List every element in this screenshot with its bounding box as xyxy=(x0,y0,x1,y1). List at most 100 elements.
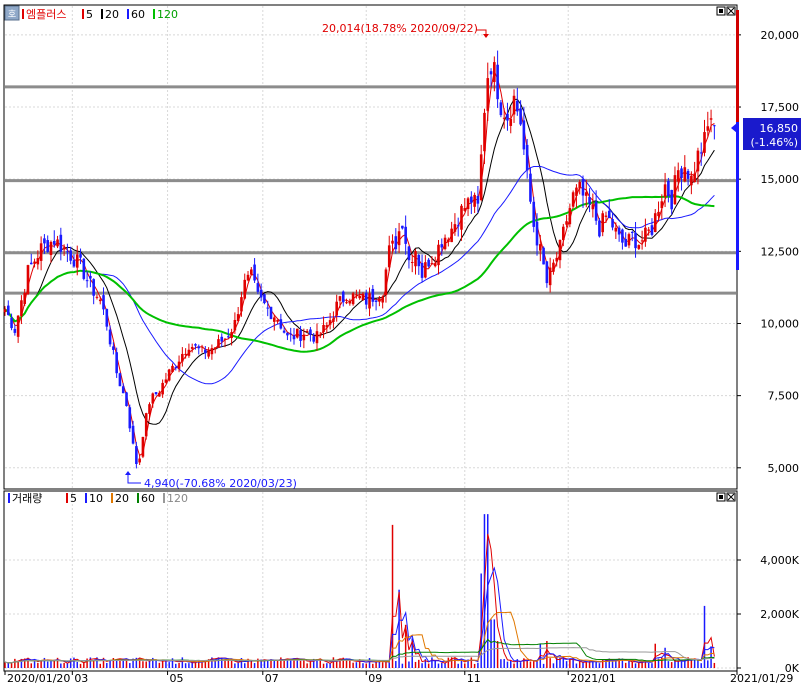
candle-body xyxy=(673,175,677,205)
candle-body xyxy=(286,332,289,336)
legend-marker-volume xyxy=(8,493,10,503)
candle-body xyxy=(502,117,506,119)
candle-body xyxy=(627,234,631,246)
price-tick-label: 7,500 xyxy=(768,390,800,403)
candle-body xyxy=(131,425,135,444)
legend-marker xyxy=(85,493,87,503)
candle-body xyxy=(568,208,572,225)
candle-body xyxy=(479,154,483,201)
candle-body xyxy=(696,150,700,172)
candle-body xyxy=(463,208,467,211)
candle-body xyxy=(430,263,434,265)
candle-body xyxy=(335,301,338,316)
candle-body xyxy=(571,192,575,207)
candle-body xyxy=(246,274,250,281)
candle-body xyxy=(663,184,667,197)
candle-body xyxy=(213,347,217,350)
grid-lines xyxy=(5,6,736,670)
candle-body xyxy=(108,329,112,345)
candle-body xyxy=(259,289,263,298)
candle-body xyxy=(614,227,618,232)
candle-body xyxy=(154,392,158,395)
candle-body xyxy=(512,95,516,115)
candle-body xyxy=(322,324,325,332)
candle-body xyxy=(387,245,391,268)
legend-marker xyxy=(127,9,129,19)
volume-moving-averages xyxy=(4,533,715,664)
legend-label: 60 xyxy=(131,8,145,21)
candle-body xyxy=(250,269,253,275)
candle-body xyxy=(82,258,86,279)
candle-body xyxy=(555,257,559,262)
candle-body xyxy=(525,144,529,171)
candle-body xyxy=(630,231,634,233)
candle-body xyxy=(128,407,132,429)
candle-body xyxy=(305,330,309,332)
price-tick-label: 17,500 xyxy=(761,101,800,114)
candle-body xyxy=(427,259,430,267)
candle-body xyxy=(401,225,404,229)
candle-body xyxy=(13,328,17,333)
moving-average-lines xyxy=(4,69,715,457)
candle-body xyxy=(16,315,20,337)
legend-marker xyxy=(111,493,113,503)
candle-body xyxy=(187,349,191,356)
candle-body xyxy=(26,265,30,294)
candle-body xyxy=(279,319,283,329)
candle-body xyxy=(594,201,598,221)
candle-body xyxy=(640,240,644,242)
candle-body xyxy=(637,245,641,249)
candle-body xyxy=(197,346,201,349)
ma-line-30 xyxy=(4,165,715,385)
candle-body xyxy=(607,210,611,219)
candle-body xyxy=(3,309,7,313)
candle-body xyxy=(371,288,375,302)
candle-body xyxy=(200,346,204,348)
x-tick-label: 09 xyxy=(368,672,382,685)
legend-label: 5 xyxy=(70,492,77,505)
candle-body xyxy=(309,329,312,335)
candle-body xyxy=(52,240,56,245)
candle-body xyxy=(158,392,161,397)
candle-body xyxy=(79,254,82,258)
candle-body xyxy=(302,335,306,341)
candle-body xyxy=(486,78,490,111)
candle-body xyxy=(151,393,155,404)
candle-body xyxy=(6,305,10,315)
candle-body xyxy=(338,296,342,301)
candle-body xyxy=(20,300,23,317)
candle-body xyxy=(345,302,348,304)
candle-body xyxy=(447,239,450,243)
price-panel-border xyxy=(3,4,738,490)
candle-body xyxy=(522,120,526,150)
candle-body xyxy=(601,213,604,233)
candle-body xyxy=(676,170,680,182)
candle-body xyxy=(236,314,240,321)
candle-body xyxy=(174,367,178,369)
volume-tick-label: 4,000K xyxy=(760,554,799,567)
candle-body xyxy=(29,262,33,265)
candle-body xyxy=(414,251,417,267)
candle-body xyxy=(394,236,398,250)
candle-body xyxy=(112,346,115,350)
legend-label: 60 xyxy=(141,492,155,505)
x-tick-label: 2021/01 xyxy=(570,672,616,685)
support-resistance-lines xyxy=(5,85,736,295)
stock-chart: 5,000 7,500 10,000 12,500 15,000 17,500 20,000… xyxy=(0,0,801,686)
candle-body xyxy=(148,404,151,414)
candle-body xyxy=(243,279,247,299)
candle-body xyxy=(709,118,713,120)
volume-bars xyxy=(4,514,716,668)
candle-body xyxy=(653,213,657,233)
candle-body xyxy=(318,334,322,336)
candle-body xyxy=(634,232,637,249)
candle-body xyxy=(680,168,683,178)
price-panel-buttons xyxy=(716,6,736,16)
candle-body xyxy=(647,229,650,231)
candle-body xyxy=(657,211,660,217)
candle-body xyxy=(693,173,696,183)
price-tick-label: 12,500 xyxy=(761,245,800,258)
candle-body xyxy=(292,335,296,340)
high-annotation: 20,014(18.78% 2020/09/22) xyxy=(322,22,489,38)
current-price: 16,850 xyxy=(760,122,799,135)
